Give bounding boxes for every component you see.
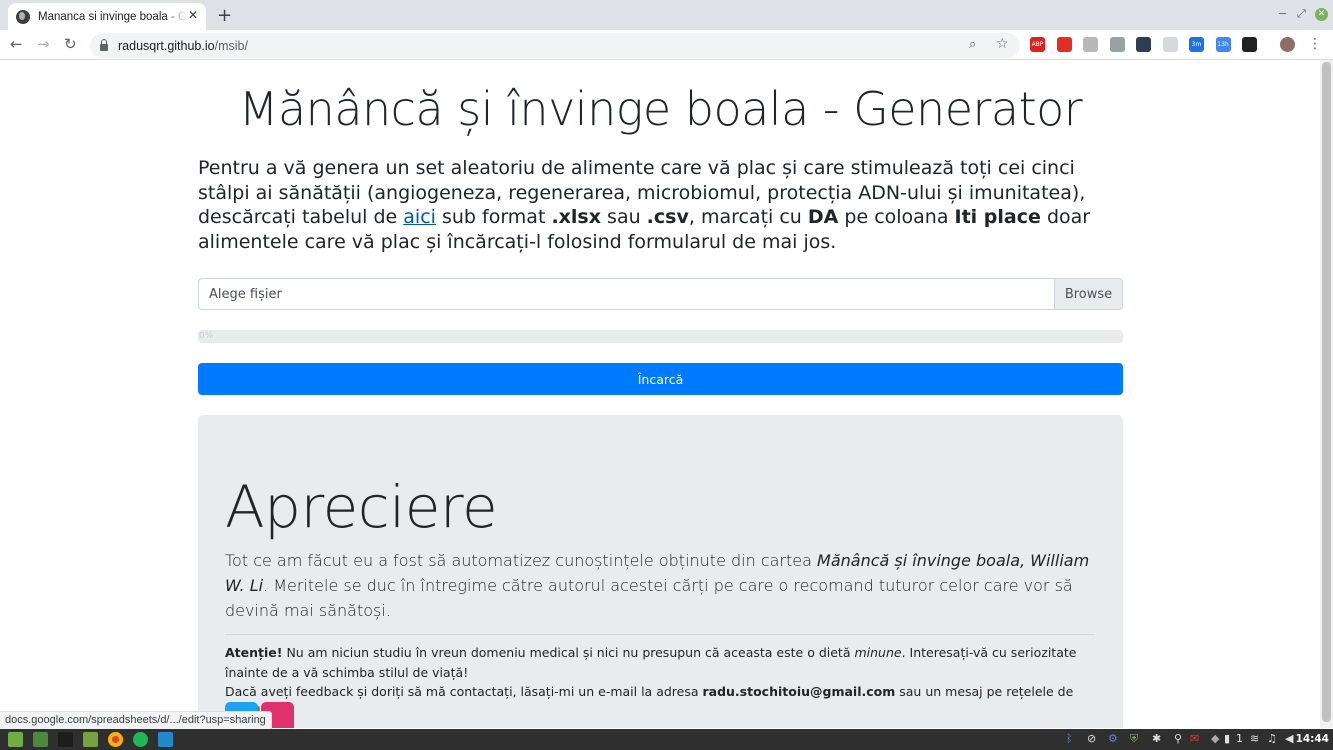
appreciation-section: Apreciere Tot ce am făcut eu a fost să a…	[198, 415, 1123, 728]
youtube-icon[interactable]	[1056, 37, 1072, 52]
contact-text: Dacă aveți feedback și doriți să mă cont…	[225, 684, 703, 699]
restore-window-button[interactable]: ⤢	[1297, 7, 1306, 21]
divider	[225, 634, 1095, 635]
minimize-window-button[interactable]: −	[1278, 7, 1287, 20]
file-input[interactable]: Alege fișier Browse	[198, 278, 1123, 310]
intro-text: pe coloana	[838, 206, 955, 228]
link-status-bubble: docs.google.com/spreadsheets/d/.../edit?…	[0, 711, 272, 729]
extension-gray-icon[interactable]	[1083, 37, 1098, 52]
web-page: Mănâncă și învinge boala - Generator Pen…	[0, 60, 1320, 728]
intro-text: sau	[601, 206, 647, 228]
close-window-button[interactable]: ✕	[1315, 8, 1328, 21]
battery-level: 1	[1236, 732, 1243, 745]
timer-3m-icon[interactable]: 3m	[1189, 37, 1204, 52]
globe-icon	[16, 9, 30, 24]
calendar-13h-icon[interactable]: 13h	[1215, 37, 1231, 52]
contact-email: radu.stochitoiu@gmail.com	[702, 684, 896, 699]
chrome-icon[interactable]	[108, 732, 123, 747]
warning-emphasis: minune	[854, 645, 902, 660]
mark-da: DA	[807, 206, 839, 228]
column-name: Iti place	[954, 206, 1041, 228]
extension-light-icon[interactable]	[1162, 37, 1178, 52]
adblock-plus-icon[interactable]: ABP	[1030, 37, 1045, 52]
browser-toolbar: ← → ↻ radusqrt.github.io/msib/ ⌕ ☆ ABP 3m…	[0, 30, 1333, 60]
appreciation-lead: Tot ce am făcut eu a fost să automatizez…	[225, 548, 1095, 623]
progress-text: 0%	[199, 331, 214, 341]
file-input-label[interactable]: Alege fișier	[199, 287, 1054, 302]
disabled-icon[interactable]: ⊘	[1087, 732, 1096, 745]
extension-dark-icon[interactable]	[1136, 37, 1151, 52]
vscode-icon[interactable]	[158, 732, 173, 747]
url-host: radusqrt.github.io	[118, 38, 215, 53]
wifi-icon[interactable]: ≋	[1250, 732, 1259, 745]
os-taskbar: ᛒ ⊘ ⚙ ⛨ ✱ ⚲ ✉ ◆ ▮ 1 ≋ ♫ ◀ 14:44	[0, 729, 1333, 750]
lead-text: . Meritele se duc în întregime către aut…	[225, 576, 1073, 620]
gmail-icon[interactable]: ✉	[1190, 732, 1199, 745]
battery-icon[interactable]: ▮	[1224, 732, 1230, 745]
spotify-icon[interactable]	[133, 732, 148, 747]
browser-tab[interactable]: Mananca si invinge boala - Generator ✕	[8, 3, 206, 30]
intro-text: sub format	[435, 206, 552, 228]
format-xlsx: .xlsx	[551, 206, 601, 228]
appreciation-heading: Apreciere	[225, 473, 498, 541]
upload-button[interactable]: Încarcă	[198, 363, 1123, 395]
notion-icon[interactable]	[1242, 37, 1257, 52]
show-desktop-icon[interactable]	[33, 732, 48, 747]
clock: 14:44	[1295, 733, 1329, 745]
page-title: Mănâncă și învinge boala - Generator	[238, 82, 1083, 136]
disclaimer: Atenție! Nu am niciun studiu în vreun do…	[225, 643, 1105, 721]
warning-label: Atenție!	[225, 645, 283, 660]
new-tab-button[interactable]: +	[217, 5, 232, 26]
upload-progress-bar: 0%	[198, 330, 1123, 343]
zoom-icon[interactable]: ⌕	[969, 37, 976, 52]
profile-avatar[interactable]	[1280, 37, 1295, 52]
location-icon[interactable]: ⚲	[1174, 732, 1182, 745]
chrome-menu-icon[interactable]: ⋮	[1308, 36, 1322, 52]
shield-icon[interactable]: ⛨	[1130, 732, 1138, 746]
slack-icon[interactable]: ✱	[1152, 732, 1161, 745]
volume-icon[interactable]: ◀	[1285, 732, 1293, 745]
forward-button[interactable]: →	[37, 35, 50, 53]
terminal-icon[interactable]	[58, 732, 73, 747]
warning-text: Nu am niciun studiu în vreun domeniu med…	[282, 645, 855, 660]
close-tab-icon[interactable]: ✕	[188, 8, 198, 22]
browse-button[interactable]: Browse	[1054, 279, 1122, 309]
address-bar[interactable]: radusqrt.github.io/msib/ ⌕ ☆	[90, 33, 1020, 58]
mint-menu-icon[interactable]	[8, 732, 23, 747]
dropbox-icon[interactable]: ◆	[1211, 732, 1219, 745]
back-button[interactable]: ←	[10, 35, 23, 53]
cloud-icon[interactable]	[1109, 37, 1125, 52]
format-csv: .csv	[646, 206, 689, 228]
files-icon[interactable]	[83, 732, 98, 747]
intro-text: , marcați cu	[688, 206, 808, 228]
download-table-link[interactable]: aici	[403, 206, 436, 228]
scrollbar-thumb[interactable]	[1322, 62, 1331, 722]
music-icon[interactable]: ♫	[1267, 732, 1277, 745]
url-path: /msib/	[214, 38, 248, 53]
bookmark-star-icon[interactable]: ☆	[996, 36, 1009, 52]
page-scrollbar[interactable]	[1320, 60, 1333, 728]
lock-icon	[100, 38, 108, 51]
bluetooth-icon[interactable]: ᛒ	[1066, 732, 1073, 745]
intro-paragraph: Pentru a vă genera un set aleatoriu de a…	[198, 156, 1123, 254]
reload-button[interactable]: ↻	[64, 35, 77, 53]
browser-tab-bar: Mananca si invinge boala - Generator ✕ +…	[0, 0, 1333, 30]
lead-text: Tot ce am făcut eu a fost să automatizez…	[225, 551, 818, 570]
settings-icon[interactable]: ⚙	[1108, 732, 1118, 745]
tab-title: Mananca si invinge boala - Generator	[38, 10, 188, 23]
